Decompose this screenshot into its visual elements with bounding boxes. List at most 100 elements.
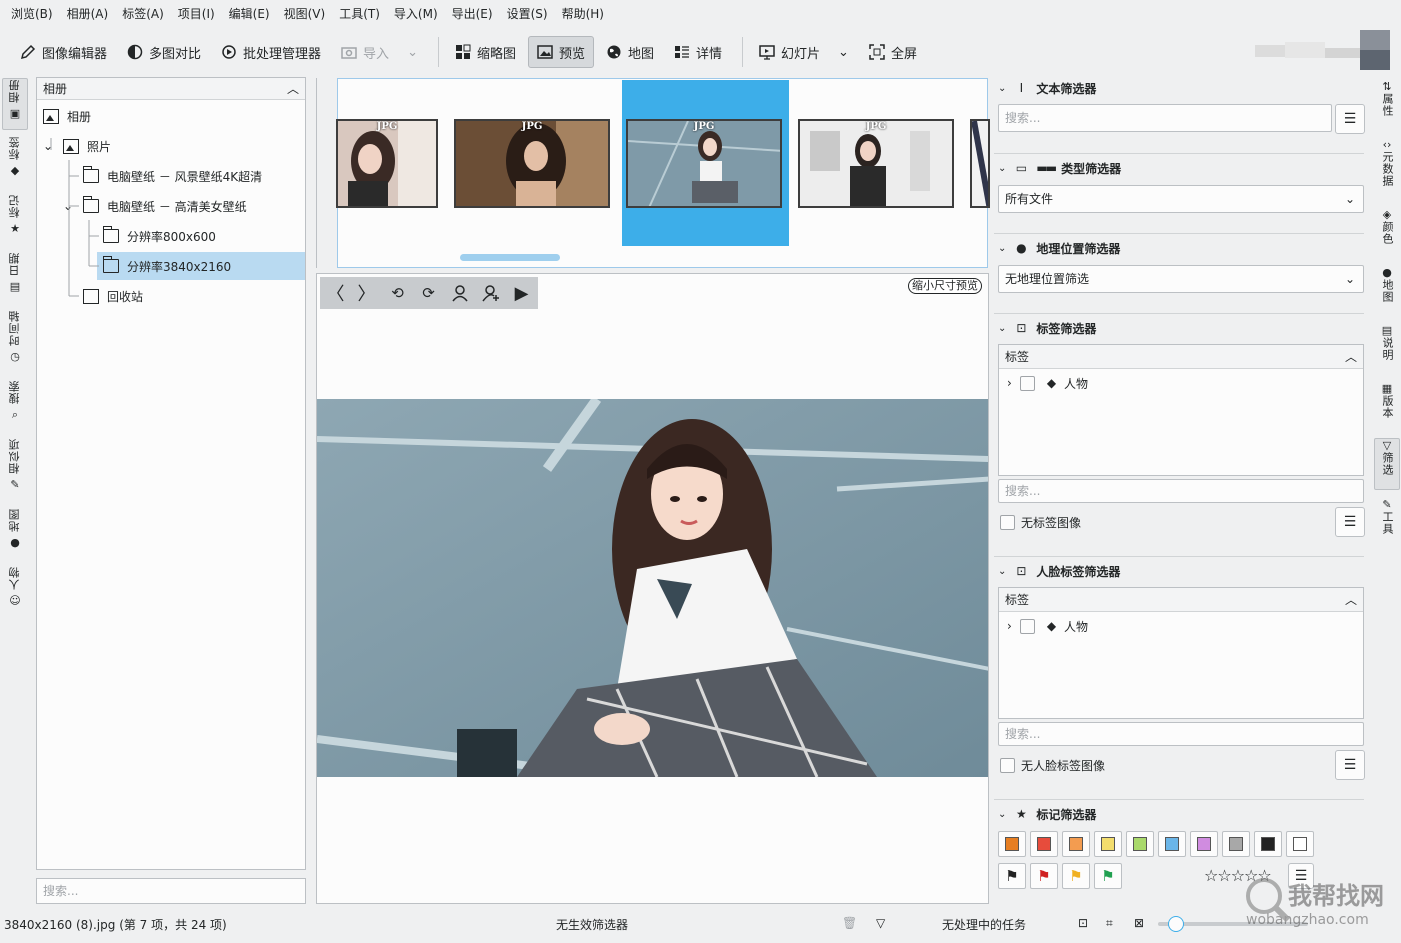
tag-filter-settings-button[interactable]: ☰: [1335, 507, 1365, 537]
color-label-button[interactable]: [1190, 831, 1218, 857]
tag-row-people[interactable]: › ◆ 人物: [999, 369, 1363, 397]
light-table-button[interactable]: 多图对比: [119, 36, 209, 68]
filter-icon[interactable]: ▽: [876, 916, 885, 930]
menu-help[interactable]: 帮助(H): [555, 0, 611, 28]
tab-timeline[interactable]: 时间轴 ◷: [2, 310, 28, 372]
chevron-down-icon[interactable]: ⌄: [407, 45, 418, 60]
next-icon[interactable]: 〉: [351, 277, 382, 309]
zoom-fit-icon[interactable]: ⊡: [1078, 916, 1088, 930]
thumbnail-4[interactable]: JPG: [798, 119, 954, 208]
color-label-button[interactable]: [1094, 831, 1122, 857]
import-button[interactable]: 导入 ⌄: [333, 36, 426, 68]
add-face-icon[interactable]: [475, 277, 506, 309]
face-filter-settings-button[interactable]: ☰: [1335, 750, 1365, 780]
zoom-fill-icon[interactable]: ⊠: [1134, 916, 1144, 930]
tab-tags[interactable]: 标签 ◆: [2, 136, 28, 186]
label-filter-header[interactable]: ⌄ ★ 标记筛选器: [998, 803, 1096, 825]
previous-icon[interactable]: 〈: [320, 277, 351, 309]
chevron-right-icon[interactable]: ›: [1007, 619, 1012, 633]
rotate-right-icon[interactable]: ⟳: [413, 277, 444, 309]
tab-search[interactable]: 搜索 ⌕: [2, 380, 28, 430]
thumbnail-5[interactable]: [970, 119, 990, 208]
menu-item[interactable]: 项目(I): [171, 0, 222, 28]
type-filter-header[interactable]: ⌄ ▭ ▬▬ 类型筛选器: [998, 157, 1121, 179]
play-icon[interactable]: ▶: [506, 277, 537, 309]
image-editor-button[interactable]: 图像编辑器: [12, 36, 115, 68]
menu-settings[interactable]: 设置(S): [500, 0, 555, 28]
pick-label-button[interactable]: ⚑: [1030, 863, 1058, 889]
type-filter-dropdown[interactable]: 所有文件 ⌄: [998, 185, 1364, 213]
face-row-people[interactable]: › ◆ 人物: [999, 612, 1363, 640]
tab-map[interactable]: 地图 ●: [2, 508, 28, 560]
person-icon[interactable]: [444, 277, 475, 309]
tab-dates[interactable]: 日期 ▤: [2, 252, 28, 304]
fullscreen-button[interactable]: 全屏: [861, 36, 925, 68]
text-filter-settings-button[interactable]: ☰: [1335, 104, 1365, 134]
chevron-down-icon[interactable]: ⌄: [838, 45, 849, 60]
tab-captions[interactable]: ▤ 说明: [1374, 324, 1400, 374]
menu-export[interactable]: 导出(E): [445, 0, 500, 28]
tab-filters[interactable]: ▽ 筛选: [1374, 438, 1400, 490]
menu-tag[interactable]: 标签(A): [115, 0, 171, 28]
map-button[interactable]: 地图: [598, 36, 662, 68]
menu-import[interactable]: 导入(M): [387, 0, 445, 28]
tab-people[interactable]: 人物 ☺: [2, 566, 28, 618]
menu-tools[interactable]: 工具(T): [332, 0, 387, 28]
tab-labels[interactable]: 标记 ★: [2, 194, 28, 246]
pick-label-button[interactable]: ⚑: [1094, 863, 1122, 889]
reduced-size-preview-button[interactable]: 缩小尺寸预览: [908, 278, 982, 294]
tab-metadata[interactable]: ‹› 元数据: [1374, 138, 1400, 200]
pick-label-button[interactable]: ⚑: [998, 863, 1026, 889]
tag-filter-header[interactable]: ⌄ ⊡ 标签筛选器: [998, 317, 1096, 339]
text-filter-header[interactable]: ⌄ I 文本筛选器: [998, 77, 1096, 99]
tab-colors[interactable]: ◈ 颜色: [1374, 208, 1400, 258]
batch-queue-button[interactable]: 批处理管理器: [213, 36, 329, 68]
menu-edit[interactable]: 编辑(E): [222, 0, 277, 28]
untagged-option[interactable]: 无标签图像: [1000, 514, 1081, 531]
color-label-button[interactable]: [1030, 831, 1058, 857]
details-button[interactable]: 详情: [666, 36, 730, 68]
thumbnail-scrollbar[interactable]: [460, 254, 560, 261]
color-label-button[interactable]: [1062, 831, 1090, 857]
color-label-button[interactable]: [1126, 831, 1154, 857]
trash-icon[interactable]: 🗑: [842, 916, 857, 930]
tab-similarity[interactable]: 相似项 ✎: [2, 438, 28, 500]
panel-splitter[interactable]: [316, 78, 334, 268]
tab-map-right[interactable]: ● 地图: [1374, 266, 1400, 316]
face-filter-header[interactable]: ⌄ ⊡ 人脸标签筛选器: [998, 560, 1120, 582]
tag-checkbox[interactable]: [1019, 375, 1035, 391]
tab-albums[interactable]: 相册 ▣: [2, 78, 28, 130]
rotate-left-icon[interactable]: ⟲: [382, 277, 413, 309]
face-filter-search-input[interactable]: 搜索...: [998, 722, 1364, 746]
color-label-button[interactable]: [998, 831, 1026, 857]
thumbnails-button[interactable]: 缩略图: [447, 36, 524, 68]
geo-filter-header[interactable]: ⌄ ● 地理位置筛选器: [998, 237, 1120, 259]
face-list-header[interactable]: 标签 ︿: [999, 588, 1363, 612]
untagged-checkbox[interactable]: [1000, 515, 1015, 530]
face-checkbox[interactable]: [1019, 618, 1035, 634]
color-label-button[interactable]: [1254, 831, 1282, 857]
zoom-slider-handle[interactable]: [1168, 916, 1184, 932]
tab-versions[interactable]: ▦ 版本: [1374, 382, 1400, 432]
thumbnail-3-selected[interactable]: JPG: [626, 119, 782, 208]
chevron-right-icon[interactable]: ›: [1007, 376, 1012, 390]
color-label-button[interactable]: [1286, 831, 1314, 857]
tag-filter-search-input[interactable]: 搜索...: [998, 479, 1364, 503]
menu-album[interactable]: 相册(A): [60, 0, 116, 28]
menu-browse[interactable]: 浏览(B): [4, 0, 60, 28]
preview-button[interactable]: 预览: [527, 36, 594, 68]
zoom-original-icon[interactable]: ⌗: [1106, 916, 1113, 931]
no-face-option[interactable]: 无人脸标签图像: [1000, 757, 1105, 774]
tab-tools[interactable]: ✎ 工具: [1374, 498, 1400, 548]
slideshow-button[interactable]: 幻灯片 ⌄: [751, 36, 857, 68]
no-face-checkbox[interactable]: [1000, 758, 1015, 773]
pick-label-button[interactable]: ⚑: [1062, 863, 1090, 889]
color-label-button[interactable]: [1222, 831, 1250, 857]
text-filter-search-input[interactable]: 搜索...: [998, 104, 1332, 132]
thumbnail-1[interactable]: JPG: [336, 119, 438, 208]
color-label-button[interactable]: [1158, 831, 1186, 857]
geo-filter-dropdown[interactable]: 无地理位置筛选 ⌄: [998, 265, 1364, 293]
tab-properties[interactable]: ⇅ 属性: [1374, 80, 1400, 130]
thumbnail-2[interactable]: JPG: [454, 119, 610, 208]
tag-list-header[interactable]: 标签 ︿: [999, 345, 1363, 369]
